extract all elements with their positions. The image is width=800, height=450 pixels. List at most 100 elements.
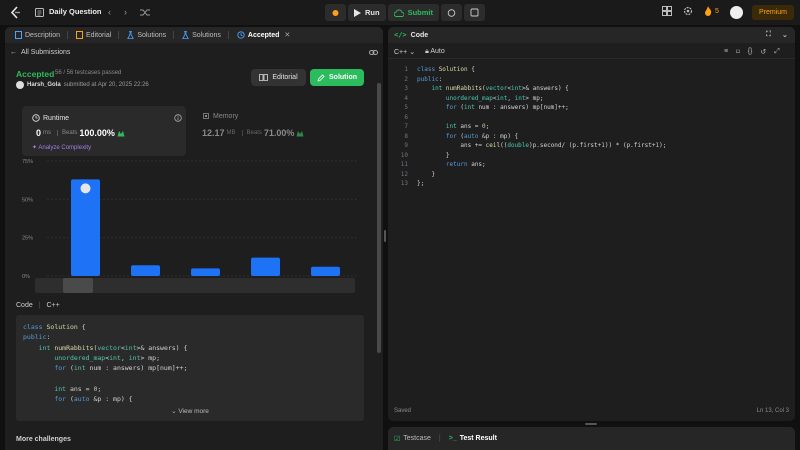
line-number: 5 [404,104,408,111]
bookmark-icon[interactable]: ⌑ [736,48,740,56]
memory-beats-value: 71.00% [263,128,295,138]
vertical-splitter-handle[interactable] [585,423,597,425]
submitted-code-line: class Solution { [23,323,86,331]
premium-button[interactable]: Premium [752,5,794,20]
layout-icon[interactable] [662,6,672,16]
range-slider-handle[interactable] [63,278,93,293]
author-name[interactable]: Harsh_Gola [27,82,61,88]
terminal-icon: >_ [448,435,457,442]
distribution-bar[interactable] [191,268,220,276]
play-icon [354,8,361,17]
distribution-bar[interactable] [71,179,100,276]
distribution-range-slider[interactable] [35,278,355,293]
analyze-label: Analyze Complexity [38,145,92,151]
line-number: 10 [400,151,408,159]
line-number: 6 [404,113,408,121]
line-number: 12 [400,170,408,178]
tab-submissions[interactable]: Solutions [178,27,233,43]
fullscreen-icon[interactable]: ⤢ [774,48,780,56]
distribution-bar[interactable] [251,257,280,276]
left-panel-scrollbar[interactable] [377,83,381,353]
editor-code-line [417,113,666,123]
editor-code-line: for (int num : answers) mp[num]++; [445,104,569,111]
view-more-button[interactable]: ⌄ View more [16,407,364,415]
editorial-button[interactable]: Editorial [251,69,306,86]
auto-mode-toggle[interactable]: 🔒︎ Auto [425,48,445,56]
line-number: 8 [404,132,408,140]
editorial-button-label: Editorial [272,74,298,81]
memory-value: 12.17 [202,128,225,138]
analyze-complexity-link[interactable]: ✦ Analyze Complexity [32,144,91,151]
run-button[interactable]: Run [348,4,386,21]
test-result-tab[interactable]: >_ Test Result [449,435,497,442]
line-number: 9 [404,142,408,149]
runtime-unit: ms [43,130,52,136]
editor-title: Code [410,31,429,39]
flask-icon [127,31,135,39]
edit-icon [317,73,325,82]
close-tab-icon[interactable]: ✕ [284,31,290,39]
editor-code-line: public: [417,75,443,83]
memory-header[interactable]: Memory [202,112,238,120]
more-challenges-heading: More challenges [16,436,71,443]
bug-icon [332,10,339,16]
submitted-code-line: for (auto &p : mp) { [54,395,133,404]
arrow-left-icon: ← [10,48,17,56]
tab-submissions-label: Solutions [192,31,221,39]
leetcode-logo-icon[interactable] [10,6,22,19]
braces-icon[interactable]: {} [748,48,753,56]
runtime-card[interactable]: Runtime 0 ms Beats 100.00% ✦ Analyze Com… [22,106,186,156]
tab-solutions[interactable]: Solutions [123,27,178,43]
code-lang: C++ [46,302,60,309]
submit-button[interactable]: Submit [387,4,440,21]
line-number: 13 [400,180,408,187]
timer-button[interactable] [441,4,463,21]
prev-problem-icon[interactable]: ‹ [108,8,111,17]
line-number: 2 [404,75,408,83]
problem-list-title[interactable]: Daily Question [49,7,102,16]
streak-counter[interactable]: 5 [704,6,719,16]
author-avatar[interactable] [16,81,24,89]
book-icon [76,31,84,39]
left-panel: Description Editorial Solutions Solution… [5,27,383,450]
testcase-tab[interactable]: ☑ Testcase [394,435,431,443]
solution-button[interactable]: Solution [310,69,364,86]
history-icon [237,31,245,39]
splitter-handle[interactable] [384,230,386,242]
minimize-icon[interactable]: ⌄ [782,31,788,39]
runtime-beats-label: Beats [57,130,77,136]
y-tick-label: 25% [22,236,33,242]
language-select[interactable]: C++ ⌄ [394,48,415,56]
settings-gear-icon[interactable] [683,6,693,16]
problem-list-icon[interactable] [35,8,44,17]
notes-button[interactable] [464,4,486,21]
editor-code-line: ans += ceil((double)p.second/ (p.first+1… [417,142,667,149]
distribution-bar[interactable] [311,266,340,276]
user-avatar[interactable] [730,6,743,19]
tab-description[interactable]: Description [11,27,72,43]
code-editor[interactable]: 1 2 3 4 5 6 7 8 9 10 11 12 13 class Solution {public… [388,63,795,403]
code-label: Code [16,302,33,309]
memory-stats[interactable]: 12.17 MB Beats 71.00% [202,128,304,138]
link-icon[interactable] [369,49,378,56]
format-icon[interactable]: ≡ [724,48,728,56]
tab-accepted[interactable]: Accepted ✕ [233,27,294,43]
cloud-upload-icon [393,9,404,17]
testcases-passed: 56 / 56 testcases passed [55,70,122,76]
reset-icon[interactable]: ↺ [760,48,766,56]
submitted-code-block[interactable]: class Solution {public: int numRabbits(v… [16,315,364,421]
cursor-position: Ln 13, Col 3 [756,408,789,414]
debug-button[interactable] [325,4,346,21]
alarm-icon [447,9,456,17]
all-submissions-link[interactable]: ← All Submissions [10,47,378,57]
panel-splitter[interactable] [383,27,387,450]
editor-code-text[interactable]: class Solution {public: int numRabbits(v… [417,65,666,189]
distribution-bar[interactable] [131,265,160,276]
tab-editorial[interactable]: Editorial [72,27,123,43]
line-number-gutter: 1 2 3 4 5 6 7 8 9 10 11 12 13 [392,65,408,189]
info-icon[interactable] [174,114,182,122]
next-problem-icon[interactable]: › [124,8,127,17]
submitted-code-line: int numRabbits(vector<int>& answers) { [38,343,188,352]
shuffle-icon[interactable] [140,8,150,17]
maximize-icon[interactable]: ⛶ [766,31,771,39]
